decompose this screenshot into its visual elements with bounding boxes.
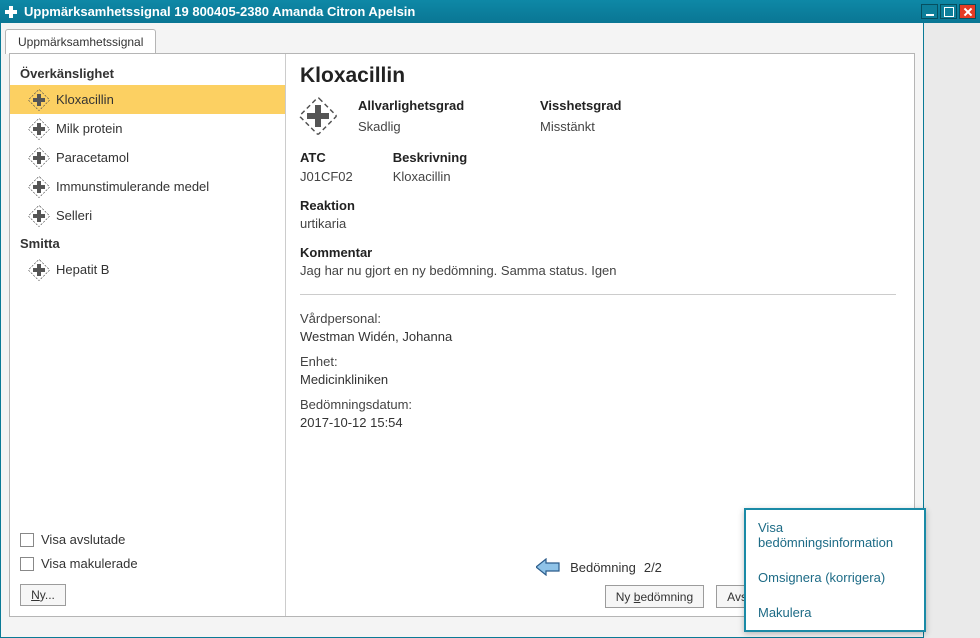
tab-uppmarksamhetssignal[interactable]: Uppmärksamhetssignal [5,29,156,54]
sidebar-bottom: Visa avslutade Visa makulerade Ny... [10,524,285,610]
atc-row: ATC J01CF02 Beskrivning Kloxacillin [300,150,896,184]
comment-block: Kommentar Jag har nu gjort en ny bedömni… [300,245,896,278]
allergy-item-label: Selleri [56,208,92,223]
pager-label: Bedömning [570,560,636,575]
reaction-value: urtikaria [300,216,896,231]
checkbox-label: Visa avslutade [41,532,125,547]
popup-item-omsignera[interactable]: Omsignera (korrigera) [746,560,924,595]
checkbox-visa-makulerade[interactable]: Visa makulerade [20,556,275,571]
description-value: Kloxacillin [393,169,467,184]
allergy-item-label: Kloxacillin [56,92,114,107]
allergy-item-label: Milk protein [56,121,122,136]
checkbox-label: Visa makulerade [41,556,138,571]
comment-value: Jag har nu gjort en ny bedömning. Samma … [300,263,896,278]
atc-value: J01CF02 [300,169,353,184]
separator [300,294,896,295]
meta-block: Vårdpersonal: Westman Widén, Johanna Enh… [300,305,896,440]
allergy-item-selleri[interactable]: Selleri [10,201,285,230]
arrow-left-icon [536,558,560,576]
smitta-item-label: Hepatit B [56,262,109,277]
more-options-popup: Visa bedömningsinformation Omsignera (ko… [744,508,926,632]
pager-value: 2/2 [644,560,662,575]
allergy-icon-large [300,98,336,134]
allergy-icon [28,89,50,111]
assessment-date-value: 2017-10-12 15:54 [300,415,896,430]
window-title: Uppmärksamhetssignal 19 800405-2380 Aman… [24,4,921,19]
allergy-icon [28,205,50,227]
reaction-block: Reaktion urtikaria [300,198,896,231]
assessment-date-label: Bedömningsdatum: [300,397,896,412]
checkbox-visa-avslutade[interactable]: Visa avslutade [20,532,275,547]
new-button-suffix: y... [40,588,55,602]
allergy-item-milk-protein[interactable]: Milk protein [10,114,285,143]
tabstrip: Uppmärksamhetssignal [1,23,923,53]
minimize-button[interactable] [921,4,938,19]
allergy-item-label: Paracetamol [56,150,129,165]
close-button[interactable] [959,4,976,19]
section-overkanslighet: Överkänslighet [10,60,285,85]
checkbox-box[interactable] [20,557,34,571]
popup-item-makulera[interactable]: Makulera [746,595,924,630]
window-controls [921,4,976,19]
allergy-icon [28,118,50,140]
new-assessment-button[interactable]: Ny bedömning [605,585,704,608]
careperson-value: Westman Widén, Johanna [300,329,896,344]
popup-item-visa-bedomning[interactable]: Visa bedömningsinformation [746,510,924,560]
detail-title: Kloxacillin [300,64,896,88]
reaction-label: Reaktion [300,198,896,213]
severity-value: Skadlig [358,119,518,134]
content-area: Överkänslighet Kloxacillin Milk protein … [9,53,915,617]
infection-icon [28,259,50,281]
titlebar: Uppmärksamhetssignal 19 800405-2380 Aman… [0,0,980,23]
allergy-icon [28,147,50,169]
allergy-item-kloxacillin[interactable]: Kloxacillin [10,85,285,114]
comment-label: Kommentar [300,245,896,260]
maximize-button[interactable] [940,4,957,19]
unit-label: Enhet: [300,354,896,369]
unit-value: Medicinkliniken [300,372,896,387]
new-button[interactable]: Ny... [20,584,66,606]
atc-label: ATC [300,150,353,165]
health-plus-icon [4,5,18,19]
background-shade [924,23,980,638]
allergy-item-paracetamol[interactable]: Paracetamol [10,143,285,172]
careperson-label: Vårdpersonal: [300,311,896,326]
certainty-value: Misstänkt [540,119,621,134]
sidebar: Överkänslighet Kloxacillin Milk protein … [10,54,286,616]
checkbox-box[interactable] [20,533,34,547]
outer-panel: Uppmärksamhetssignal Överkänslighet Klox… [0,23,924,638]
pager-prev-button[interactable] [534,557,562,577]
app-window: Uppmärksamhetssignal 19 800405-2380 Aman… [0,0,980,638]
smitta-item-hepatit-b[interactable]: Hepatit B [10,255,285,284]
allergy-icon [28,176,50,198]
severity-label: Allvarlighetsgrad [358,98,518,113]
allergy-item-immunstimulerande[interactable]: Immunstimulerande medel [10,172,285,201]
detail-top-row: Allvarlighetsgrad Skadlig Visshetsgrad M… [300,98,896,134]
certainty-label: Visshetsgrad [540,98,621,113]
description-label: Beskrivning [393,150,467,165]
section-smitta: Smitta [10,230,285,255]
detail-panel: Kloxacillin Allvarlighetsgrad Skadlig Vi… [286,54,914,616]
allergy-item-label: Immunstimulerande medel [56,179,209,194]
